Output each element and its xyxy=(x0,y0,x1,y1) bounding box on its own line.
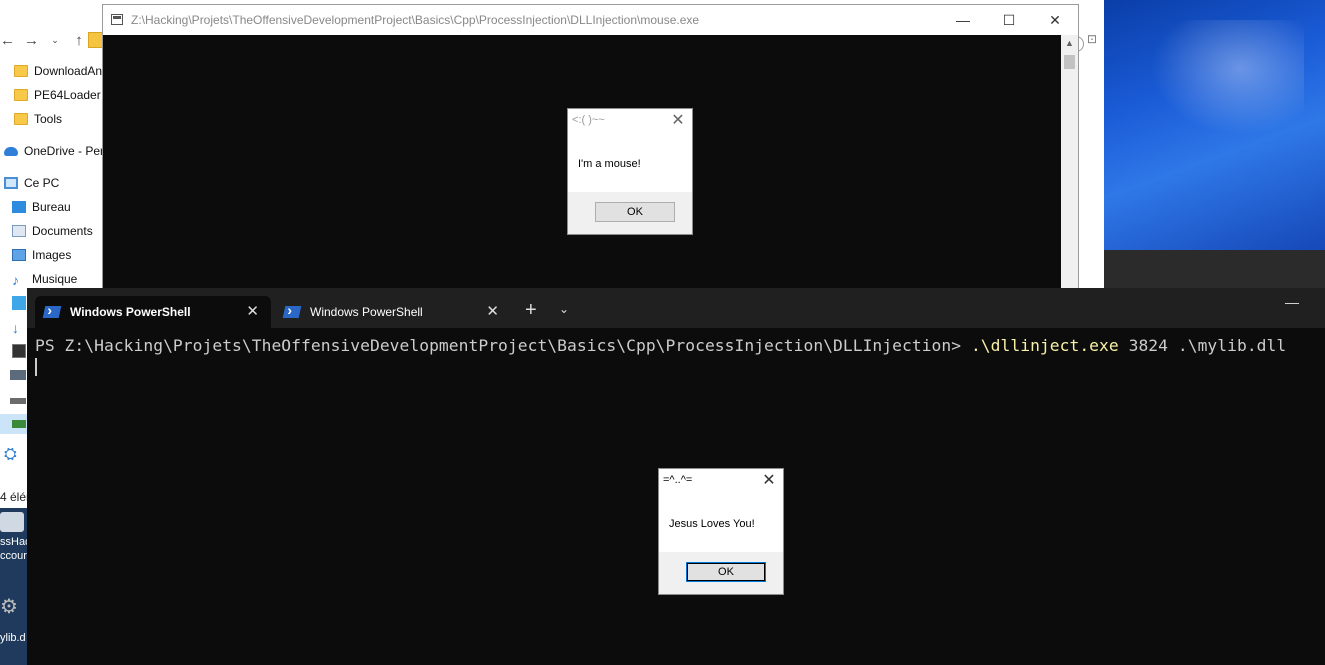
disk-image-icon[interactable] xyxy=(0,512,24,532)
sidebar-item-tools[interactable]: Tools xyxy=(0,108,62,130)
explorer-nav: ← → ⌄ ↑ xyxy=(0,28,86,52)
message-box-title: =^..^= xyxy=(663,474,693,486)
command-args: 3824 .\mylib.dll xyxy=(1118,336,1287,355)
sidebar-item-label: Tools xyxy=(34,112,63,126)
command-text: .\dllinject.exe xyxy=(970,336,1119,355)
scroll-up-arrow-icon[interactable]: ▲ xyxy=(1061,35,1078,52)
videos-icon[interactable] xyxy=(12,344,26,358)
sidebar-item-downloadan[interactable]: DownloadAn xyxy=(0,60,102,82)
up-arrow-icon[interactable]: ↑ xyxy=(72,32,86,49)
message-box-footer: OK xyxy=(568,192,692,234)
sidebar-item-label: Ce PC xyxy=(24,176,60,190)
sidebar-item-ce-pc[interactable]: Ce PC xyxy=(0,172,59,194)
vertical-scrollbar[interactable]: ▲ xyxy=(1061,35,1078,289)
tab-windows-powershell-2[interactable]: Windows PowerShell ✕ xyxy=(275,296,511,328)
message-text: Jesus Loves You! xyxy=(669,518,755,530)
message-box-jesus: =^..^= ✕ Jesus Loves You! OK xyxy=(658,468,784,595)
tab-windows-powershell-1[interactable]: Windows PowerShell ✕ xyxy=(35,296,271,328)
sidebar-item-pe64loader[interactable]: PE64Loader xyxy=(0,84,101,106)
documents-icon xyxy=(12,225,26,237)
terminal-tab-bar: Windows PowerShell ✕ Windows PowerShell … xyxy=(27,288,1325,328)
scrollbar-thumb[interactable] xyxy=(1064,55,1075,69)
sidebar-item-documents[interactable]: Documents xyxy=(0,220,93,242)
onedrive-icon xyxy=(4,146,18,156)
desktop-icon-label: ssHac ccour xyxy=(0,536,31,562)
folder-icon xyxy=(14,113,28,125)
sidebar-item-label: Documents xyxy=(32,224,93,238)
close-icon[interactable]: ✕ xyxy=(246,302,259,320)
sidebar-item-label: Images xyxy=(32,248,72,262)
close-button[interactable]: ✕ xyxy=(758,471,780,491)
message-box-mouse: <:( )~~ ✕ I'm a mouse! OK xyxy=(567,108,693,235)
powershell-icon xyxy=(42,306,62,318)
chevron-down-icon[interactable]: ⌄ xyxy=(559,302,569,316)
network-drive-icon xyxy=(12,420,26,428)
close-button[interactable]: ✕ xyxy=(667,111,689,131)
desktop-background xyxy=(1104,250,1325,288)
computer-icon xyxy=(4,177,18,189)
message-box-title: <:( )~~ xyxy=(572,114,605,126)
tab-label: Windows PowerShell xyxy=(70,305,191,319)
sidebar-item-label: PE64Loader xyxy=(34,88,101,102)
gear-icon[interactable]: ⚙ xyxy=(0,596,22,618)
music-icon: ♪ xyxy=(12,272,19,288)
chevron-down-icon[interactable]: ⌄ xyxy=(48,35,62,46)
desktop-wallpaper xyxy=(1104,0,1325,250)
folder-icon xyxy=(14,65,28,77)
sidebar-item-images[interactable]: Images xyxy=(0,244,71,266)
close-button[interactable]: ✕ xyxy=(1032,5,1078,35)
terminal-command-line[interactable]: PS Z:\Hacking\Projets\TheOffensiveDevelo… xyxy=(35,336,1286,355)
sidebar-item-musique[interactable]: ♪ Musique xyxy=(0,268,77,290)
sidebar-item-label: Musique xyxy=(32,272,78,286)
desktop-icon xyxy=(12,201,26,213)
close-icon[interactable]: ✕ xyxy=(486,302,499,320)
pictures-icon xyxy=(12,249,26,261)
message-box-footer: OK xyxy=(659,552,783,594)
downloads-icon[interactable]: ↓ xyxy=(12,320,19,336)
message-text: I'm a mouse! xyxy=(578,158,641,170)
sidebar-item-label: OneDrive - Per xyxy=(24,144,105,158)
sidebar-item-label: DownloadAn xyxy=(34,64,103,78)
drive-icon[interactable] xyxy=(10,370,26,380)
powershell-icon xyxy=(282,306,302,318)
window-title: Z:\Hacking\Projets\TheOffensiveDevelopme… xyxy=(131,13,700,27)
back-arrow-icon[interactable]: ← xyxy=(0,32,15,49)
minimize-button[interactable]: — xyxy=(940,5,986,35)
drive-icon[interactable] xyxy=(10,398,26,404)
desktop-strip: ssHac ccour ⚙ ylib.d xyxy=(0,508,31,665)
folder-icon xyxy=(14,89,28,101)
sidebar-item-onedrive[interactable]: OneDrive - Per xyxy=(0,140,104,162)
text-cursor xyxy=(35,358,37,376)
forward-arrow-icon[interactable]: → xyxy=(24,32,39,49)
3d-objects-icon[interactable] xyxy=(12,296,26,310)
app-window-icon xyxy=(111,14,123,25)
prompt-text: PS Z:\Hacking\Projets\TheOffensiveDevelo… xyxy=(35,336,971,355)
desktop-icon-label: ylib.d xyxy=(0,632,26,644)
sidebar-item-label: Bureau xyxy=(32,200,71,214)
minimize-button[interactable]: — xyxy=(1285,294,1299,310)
ok-button[interactable]: OK xyxy=(595,202,675,222)
maximize-button[interactable]: ☐ xyxy=(986,5,1032,35)
mouse-window-titlebar[interactable]: Z:\Hacking\Projets\TheOffensiveDevelopme… xyxy=(103,5,1078,35)
sidebar-item-bureau[interactable]: Bureau xyxy=(0,196,71,218)
network-icon[interactable]: ⛭ xyxy=(4,446,17,464)
ok-button[interactable]: OK xyxy=(686,562,766,582)
new-tab-button[interactable]: + xyxy=(525,300,537,320)
help-icon[interactable]: ⊡ xyxy=(1082,28,1102,50)
tab-label: Windows PowerShell xyxy=(310,305,423,319)
